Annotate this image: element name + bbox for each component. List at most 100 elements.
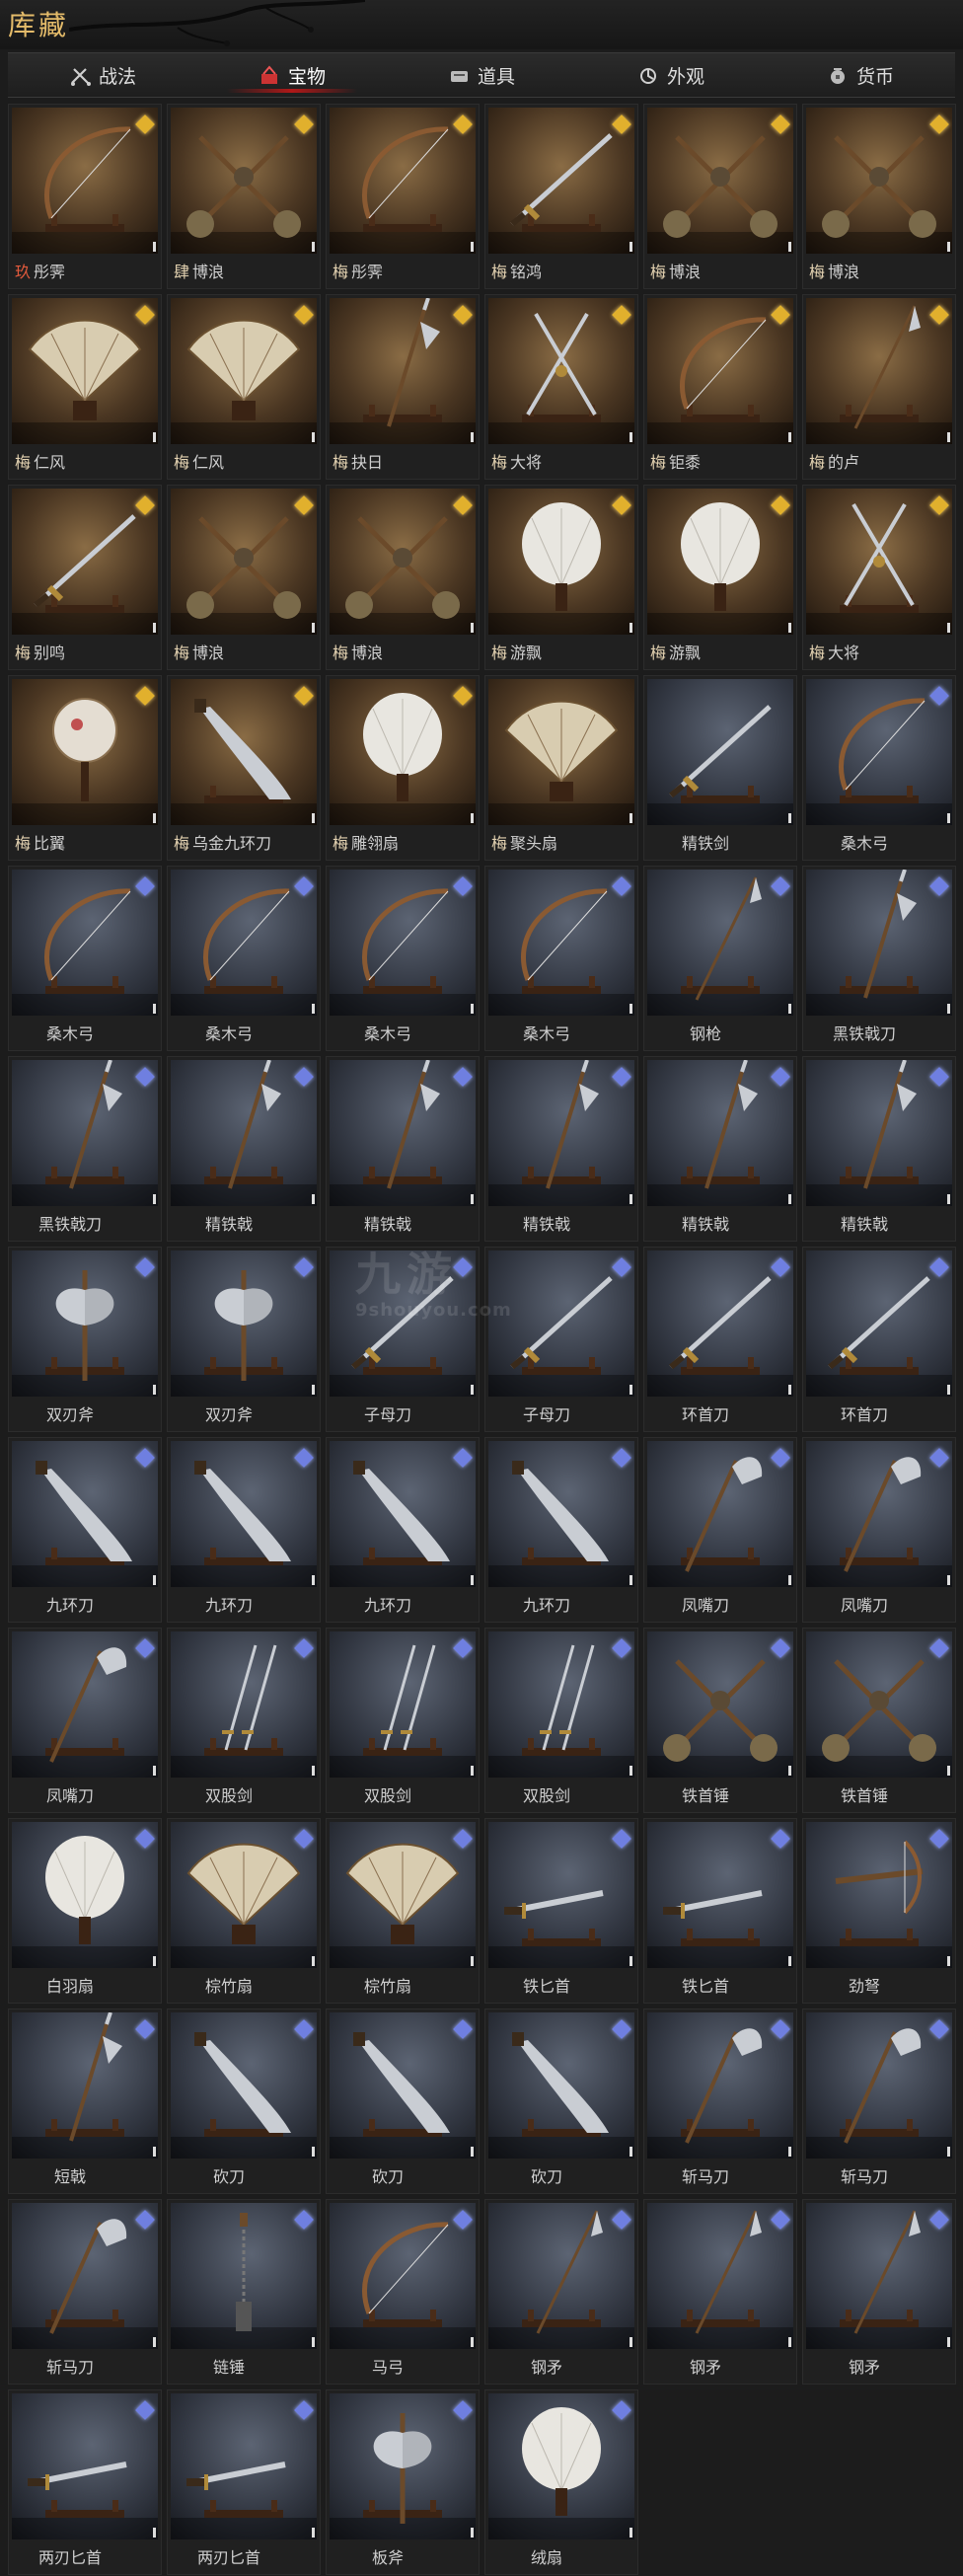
treasure-card[interactable]: 玖彤霁: [8, 104, 162, 289]
tab-3[interactable]: 外观: [576, 53, 766, 97]
treasure-label: 精铁戟: [327, 1209, 479, 1237]
treasure-card[interactable]: 子母刀: [326, 1247, 480, 1432]
treasure-card[interactable]: 梅大将: [802, 485, 956, 670]
treasure-card[interactable]: 精铁戟: [167, 1056, 321, 1242]
treasure-card[interactable]: 梅博浪: [802, 104, 956, 289]
treasure-name: 彤霁: [351, 263, 384, 281]
treasure-card[interactable]: 九环刀: [167, 1437, 321, 1623]
treasure-label: 精铁戟: [485, 1209, 637, 1237]
treasure-card[interactable]: 梅钜黍: [643, 294, 797, 480]
treasure-card[interactable]: 砍刀: [326, 2008, 480, 2194]
treasure-card[interactable]: 砍刀: [484, 2008, 638, 2194]
treasure-card[interactable]: 斩马刀: [643, 2008, 797, 2194]
axe-icon: [330, 2413, 476, 2539]
broadblade-icon: [330, 2032, 476, 2159]
level-tick-icon: [788, 1004, 791, 1014]
treasure-card[interactable]: 钢矛: [643, 2199, 797, 2385]
treasure-card[interactable]: 两刃匕首: [8, 2389, 162, 2575]
treasure-card[interactable]: 精铁戟: [484, 1056, 638, 1242]
treasure-card[interactable]: 九环刀: [326, 1437, 480, 1623]
tab-4[interactable]: 货币: [766, 53, 955, 97]
treasure-name: 游飘: [669, 644, 702, 662]
treasure-card[interactable]: 桑木弓: [8, 866, 162, 1051]
treasure-card[interactable]: 梅博浪: [167, 485, 321, 670]
hammers-icon: [647, 135, 793, 254]
treasure-card[interactable]: 白羽扇: [8, 1818, 162, 2004]
treasure-card[interactable]: 钢矛: [484, 2199, 638, 2385]
treasure-label: 绒扇: [485, 2542, 637, 2570]
treasure-card[interactable]: 桑木弓: [802, 675, 956, 861]
treasure-card[interactable]: 棕竹扇: [326, 1818, 480, 2004]
treasure-card[interactable]: 黑铁戟刀: [8, 1056, 162, 1242]
treasure-card[interactable]: 梅博浪: [643, 104, 797, 289]
treasure-card[interactable]: 桑木弓: [484, 866, 638, 1051]
treasure-card[interactable]: 肆博浪: [167, 104, 321, 289]
treasure-card[interactable]: 梅的卢: [802, 294, 956, 480]
treasure-card[interactable]: 双刃斧: [8, 1247, 162, 1432]
treasure-card[interactable]: 梅比翼: [8, 675, 162, 861]
treasure-card[interactable]: 铁匕首: [484, 1818, 638, 2004]
treasure-card[interactable]: 铁匕首: [643, 1818, 797, 2004]
treasure-card[interactable]: 凤嘴刀: [643, 1437, 797, 1623]
treasure-name: 凤嘴刀: [681, 1596, 729, 1615]
treasure-card[interactable]: 梅雕翎扇: [326, 675, 480, 861]
treasure-card[interactable]: 凤嘴刀: [8, 1628, 162, 1813]
treasure-name: 劲弩: [848, 1977, 880, 1996]
treasure-card[interactable]: 短戟: [8, 2008, 162, 2194]
treasure-card[interactable]: 劲弩: [802, 1818, 956, 2004]
treasure-name: 砍刀: [212, 2167, 245, 2186]
treasure-card[interactable]: 子母刀: [484, 1247, 638, 1432]
treasure-card[interactable]: 斩马刀: [8, 2199, 162, 2385]
treasure-card[interactable]: 链锤: [167, 2199, 321, 2385]
treasure-card[interactable]: 双股剑: [326, 1628, 480, 1813]
treasure-card[interactable]: 梅仁风: [8, 294, 162, 480]
treasure-card[interactable]: 梅游飘: [643, 485, 797, 670]
treasure-card[interactable]: 环首刀: [643, 1247, 797, 1432]
treasure-card[interactable]: 精铁戟: [326, 1056, 480, 1242]
treasure-card[interactable]: 梅博浪: [326, 485, 480, 670]
treasure-card[interactable]: 钢矛: [802, 2199, 956, 2385]
treasure-card[interactable]: 梅游飘: [484, 485, 638, 670]
treasure-card[interactable]: 九环刀: [8, 1437, 162, 1623]
treasure-card[interactable]: 棕竹扇: [167, 1818, 321, 2004]
treasure-card[interactable]: 梅乌金九环刀: [167, 675, 321, 861]
treasure-card[interactable]: 铁首锤: [802, 1628, 956, 1813]
treasure-name: 双刃斧: [204, 1405, 253, 1424]
treasure-card[interactable]: 凤嘴刀: [802, 1437, 956, 1623]
treasure-card[interactable]: 梅聚头扇: [484, 675, 638, 861]
treasure-card[interactable]: 马弓: [326, 2199, 480, 2385]
treasure-card[interactable]: 砍刀: [167, 2008, 321, 2194]
treasure-card[interactable]: 梅大将: [484, 294, 638, 480]
treasure-card[interactable]: 梅彤霁: [326, 104, 480, 289]
tab-1[interactable]: 宝物: [197, 53, 387, 97]
treasure-card[interactable]: 桑木弓: [167, 866, 321, 1051]
tab-2[interactable]: 道具: [387, 53, 576, 97]
treasure-card[interactable]: 板斧: [326, 2389, 480, 2575]
treasure-card[interactable]: 精铁戟: [802, 1056, 956, 1242]
treasure-card[interactable]: 九环刀: [484, 1437, 638, 1623]
treasure-label: 肆博浪: [168, 257, 320, 284]
treasure-card[interactable]: 梅铭鸿: [484, 104, 638, 289]
treasure-label: 双股剑: [485, 1780, 637, 1808]
grade-badge: 梅: [333, 644, 349, 662]
treasure-card[interactable]: 双股剑: [484, 1628, 638, 1813]
treasure-card[interactable]: 铁首锤: [643, 1628, 797, 1813]
treasure-card[interactable]: 黑铁戟刀: [802, 866, 956, 1051]
treasure-thumbnail: [330, 108, 476, 254]
treasure-card[interactable]: 桑木弓: [326, 866, 480, 1051]
treasure-label: 九环刀: [485, 1590, 637, 1618]
tab-0[interactable]: 战法: [8, 53, 197, 97]
treasure-card[interactable]: 双刃斧: [167, 1247, 321, 1432]
treasure-card[interactable]: 钢枪: [643, 866, 797, 1051]
treasure-card[interactable]: 两刃匕首: [167, 2389, 321, 2575]
treasure-label: 斩马刀: [803, 2161, 955, 2189]
treasure-card[interactable]: 梅抉日: [326, 294, 480, 480]
treasure-card[interactable]: 斩马刀: [802, 2008, 956, 2194]
treasure-card[interactable]: 精铁剑: [643, 675, 797, 861]
treasure-card[interactable]: 绒扇: [484, 2389, 638, 2575]
treasure-card[interactable]: 环首刀: [802, 1247, 956, 1432]
treasure-card[interactable]: 精铁戟: [643, 1056, 797, 1242]
treasure-card[interactable]: 梅别鸣: [8, 485, 162, 670]
treasure-card[interactable]: 双股剑: [167, 1628, 321, 1813]
treasure-card[interactable]: 梅仁风: [167, 294, 321, 480]
